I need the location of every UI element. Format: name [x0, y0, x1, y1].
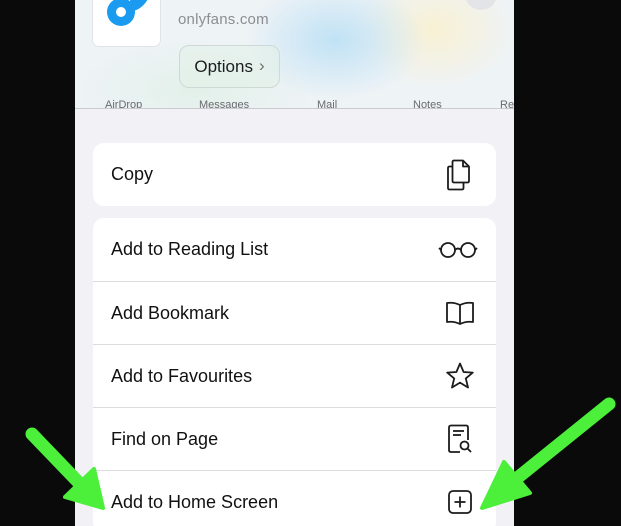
site-icon — [93, 0, 160, 46]
add-to-reading-list-label: Add to Reading List — [111, 239, 269, 259]
options-button[interactable]: Options › — [179, 45, 280, 88]
add-to-favourites-button[interactable]: Add to Favourites — [93, 344, 496, 407]
share-header: onlyfans.com Options › AirDrop Messages … — [75, 0, 514, 108]
copy-button[interactable]: Copy — [93, 143, 496, 206]
share-target-mail[interactable]: Mail — [317, 99, 337, 108]
share-target-messages[interactable]: Messages — [199, 99, 249, 108]
glasses-icon — [438, 232, 478, 268]
share-targets-row: AirDrop Messages Mail Notes Re — [75, 99, 514, 108]
actions-group: Add to Reading List Add Bookmark Add to … — [93, 218, 496, 526]
add-bookmark-button[interactable]: Add Bookmark — [93, 281, 496, 344]
share-target-airdrop[interactable]: AirDrop — [105, 99, 142, 108]
add-to-reading-list-button[interactable]: Add to Reading List — [93, 218, 496, 281]
chevron-right-icon: › — [258, 55, 265, 75]
share-sheet: onlyfans.com Options › AirDrop Messages … — [75, 0, 514, 526]
add-square-icon — [442, 484, 478, 520]
find-on-page-button[interactable]: Find on Page — [93, 407, 496, 470]
share-target-notes[interactable]: Notes — [413, 99, 442, 108]
add-bookmark-label: Add Bookmark — [111, 302, 230, 323]
find-icon — [442, 421, 478, 457]
copy-group: Copy — [93, 143, 496, 206]
site-domain: onlyfans.com — [178, 11, 269, 28]
star-icon — [442, 358, 478, 394]
add-to-home-screen-button[interactable]: Add to Home Screen — [93, 470, 496, 526]
find-on-page-label: Find on Page — [111, 428, 219, 449]
header-divider — [75, 108, 514, 109]
onlyfans-logo-icon — [107, 0, 148, 26]
copy-icon — [442, 157, 478, 193]
share-target-reminders[interactable]: Re — [500, 99, 514, 108]
add-to-home-screen-label: Add to Home Screen — [111, 491, 279, 512]
add-to-favourites-label: Add to Favourites — [111, 365, 253, 386]
copy-label: Copy — [111, 164, 154, 184]
book-icon — [442, 295, 478, 331]
options-label: Options — [194, 56, 253, 76]
screen: onlyfans.com Options › AirDrop Messages … — [0, 0, 621, 526]
